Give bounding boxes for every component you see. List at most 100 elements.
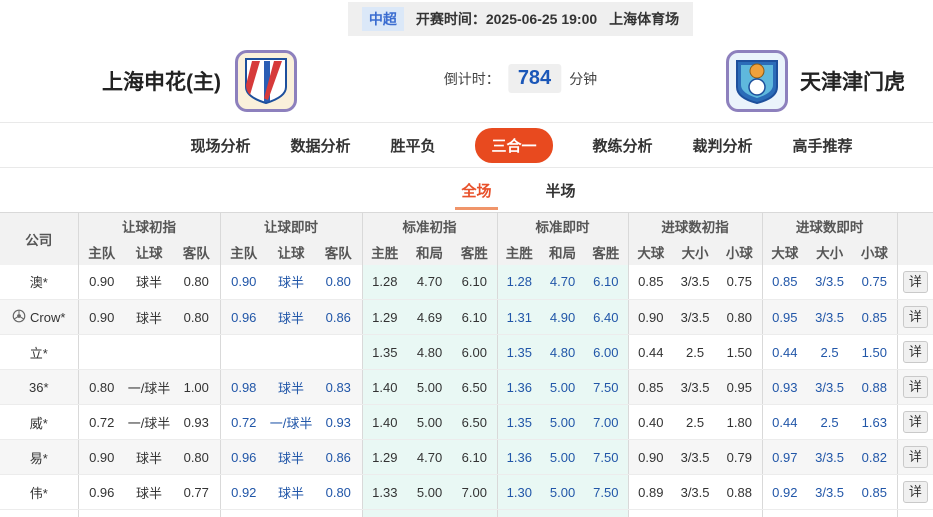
odds-cell: 7.50	[584, 369, 629, 405]
odds-cell	[267, 334, 316, 370]
detail-button[interactable]: 详	[902, 481, 928, 503]
column-header-detail	[897, 212, 933, 265]
odds-cell: 2.5	[807, 404, 853, 440]
odds-cell: 5.00	[541, 439, 585, 475]
sub-header: 让球	[125, 238, 173, 265]
company-label: Crow*	[0, 299, 79, 335]
nav-tab-referee-analysis[interactable]: 裁判分析	[693, 135, 753, 156]
odds-cell: 0.90	[628, 439, 674, 475]
odds-cell: 一/球半	[267, 404, 316, 440]
odds-cell: 1.35	[497, 334, 542, 370]
odds-cell: 1.33	[362, 474, 408, 510]
odds-cell: 0.83	[315, 369, 363, 405]
league-badge[interactable]: 中超	[361, 7, 404, 31]
table-row: Crow* 0.90 球半 0.80 0.96 球半 0.86 1.29 4.69 6.10 1.3…	[0, 299, 933, 335]
odds-cell: 3/3.5	[673, 369, 718, 405]
odds-cell: 球半	[267, 439, 316, 475]
odds-cell: 1.40	[362, 404, 408, 440]
period-tab-half-match[interactable]: 半场	[546, 180, 576, 201]
group-header-goals_initial: 进球数初指	[628, 212, 763, 239]
sub-header: 客胜	[452, 238, 498, 265]
odds-cell: 0.85	[628, 369, 674, 405]
odds-cell: 5.00	[407, 474, 453, 510]
odds-cell: 4.80	[407, 334, 453, 370]
odds-cell: 4.70	[407, 264, 453, 300]
nav-tab-win-draw-lose[interactable]: 胜平负	[390, 135, 435, 156]
odds-cell: 6.10	[584, 264, 629, 300]
odds-cell: 0.85	[762, 264, 808, 300]
odds-cell: 球半	[125, 264, 173, 300]
odds-cell: 1.35	[362, 334, 408, 370]
company-label: 威*	[0, 404, 79, 440]
group-header-std_initial: 标准初指	[362, 212, 498, 239]
odds-cell: 6.50	[452, 404, 498, 440]
column-header-company: 公司	[0, 212, 79, 265]
odds-cell: 0.44	[628, 334, 674, 370]
detail-button[interactable]: 详	[902, 446, 928, 468]
odds-table: 公司 让球初指 让球即时 标准初指 标准即时 进球数初指 进球数即时 主队 让球 客队 主队 让球 客队…	[0, 212, 933, 517]
odds-cell: 0.92	[762, 474, 808, 510]
odds-table-body: 澳* 0.90 球半 0.80 0.90 球半 0.80 1.28 4.70 6.10 1.28 4.…	[0, 264, 933, 517]
sub-header: 主队	[220, 238, 268, 265]
kickoff-time: 开赛时间：2025-06-25 19:00	[415, 11, 598, 27]
odds-cell: 0.80	[717, 299, 763, 335]
odds-cell: 1.00	[173, 369, 221, 405]
odds-cell: 0.85	[628, 264, 674, 300]
odds-cell: 1.50	[852, 334, 898, 370]
odds-cell: 0.85	[852, 474, 898, 510]
odds-cell: 球半	[125, 439, 173, 475]
table-row: 澳* 0.90 球半 0.80 0.90 球半 0.80 1.28 4.70 6.10 1.28 4.…	[0, 264, 933, 300]
odds-cell: 0.80	[315, 474, 363, 510]
odds-cell: 0.77	[173, 474, 221, 510]
nav-tab-coach-analysis[interactable]: 教练分析	[593, 135, 653, 156]
detail-cell: 详	[897, 264, 933, 300]
match-info-box: 中超 开赛时间：2025-06-25 19:00 上海体育场	[347, 2, 694, 36]
odds-cell: 0.72	[78, 404, 125, 440]
odds-cell: 0.90	[78, 264, 125, 300]
odds-cell: 0.80	[315, 264, 363, 300]
home-team-name: 上海申花(主)	[102, 71, 221, 94]
odds-cell: 1.80	[717, 404, 763, 440]
odds-cell: 0.40	[628, 404, 674, 440]
odds-cell: 5.00	[541, 404, 585, 440]
away-team-name: 天津津门虎	[800, 71, 905, 94]
group-header-goals_live: 进球数即时	[762, 212, 898, 239]
odds-cell: 0.44	[762, 404, 808, 440]
odds-cell: 球半	[125, 299, 173, 335]
odds-cell: 0.80	[173, 264, 221, 300]
odds-cell: 5.00	[407, 369, 453, 405]
odds-cell: 3/3.5	[807, 369, 853, 405]
countdown: 倒计时： 784 分钟	[444, 64, 597, 93]
sub-header: 大小	[807, 238, 853, 265]
nav-tab-three-in-one[interactable]: 三合一	[475, 127, 553, 163]
odds-cell: 4.80	[541, 334, 585, 370]
sub-header: 主队	[78, 238, 125, 265]
odds-cell: 7.50	[584, 474, 629, 510]
odds-table-head: 公司 让球初指 让球即时 标准初指 标准即时 进球数初指 进球数即时 主队 让球 客队 主队 让球 客队…	[0, 212, 933, 265]
odds-cell: 0.79	[717, 439, 763, 475]
countdown-label: 倒计时：	[443, 70, 500, 87]
nav-tab-expert-recommend[interactable]: 高手推荐	[793, 135, 853, 156]
table-row-clipped	[0, 509, 933, 517]
period-tab-full-match[interactable]: 全场	[455, 180, 498, 210]
company-label: 36*	[0, 369, 79, 405]
odds-cell: 0.90	[220, 264, 268, 300]
odds-cell: 3/3.5	[807, 474, 853, 510]
nav-tab-scene-analysis[interactable]: 现场分析	[190, 135, 250, 156]
detail-button[interactable]: 详	[902, 376, 928, 398]
table-row: 易* 0.90 球半 0.80 0.96 球半 0.86 1.29 4.70 6.10 1.36 5.…	[0, 439, 933, 475]
top-info-bar: 中超 开赛时间：2025-06-25 19:00 上海体育场	[0, 0, 933, 38]
detail-button[interactable]: 详	[902, 411, 928, 433]
detail-button[interactable]: 详	[902, 270, 928, 293]
odds-cell: 球半	[267, 264, 316, 300]
odds-cell: 0.98	[220, 369, 268, 405]
odds-cell: 6.00	[452, 334, 498, 370]
detail-button[interactable]: 详	[902, 306, 928, 328]
nav-tab-data-analysis[interactable]: 数据分析	[290, 135, 350, 156]
detail-button[interactable]: 详	[902, 341, 928, 363]
odds-cell: 0.96	[220, 439, 268, 475]
odds-cell: 3/3.5	[807, 439, 853, 475]
away-team-logo	[726, 50, 788, 112]
detail-cell: 详	[897, 439, 933, 475]
group-header-handicap_live: 让球即时	[220, 212, 363, 239]
